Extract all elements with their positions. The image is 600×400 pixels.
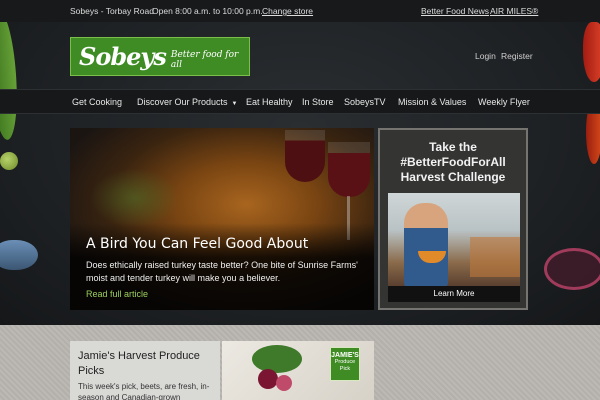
produce-picks-card[interactable]: Jamie's Harvest Produce Picks This week'…	[70, 341, 220, 400]
nav-item-discover-our-products[interactable]: Discover Our Products ▼	[137, 97, 237, 107]
login-link[interactable]: Login	[475, 51, 496, 61]
hero-feature[interactable]: A Bird You Can Feel Good About Does ethi…	[70, 128, 374, 310]
nav-item-sobeystv[interactable]: SobeysTV	[344, 97, 386, 107]
pea-decoration	[0, 152, 18, 170]
jamies-produce-pick-badge: JAMIE'S Produce Pick	[330, 347, 360, 381]
logo-wordmark: Sobeys	[79, 42, 167, 71]
produce-picks-title: Jamie's Harvest Produce Picks	[78, 350, 200, 377]
nav-item-label: Discover Our Products	[137, 97, 228, 107]
main-navigation: Get Cooking Discover Our Products ▼ Eat H…	[0, 89, 600, 114]
air-miles-link[interactable]: AIR MILES®	[490, 6, 538, 16]
register-link[interactable]: Register	[501, 51, 533, 61]
beets-photo[interactable]: JAMIE'S Produce Pick	[222, 341, 374, 400]
hero-wine-glass-image	[285, 130, 325, 182]
beet-image	[276, 375, 292, 391]
nav-item-weekly-flyer[interactable]: Weekly Flyer	[478, 97, 530, 107]
logo-tagline: Better food for all	[170, 49, 239, 70]
beet-image	[258, 369, 278, 389]
chef-image	[404, 203, 448, 286]
pepper-decoration	[583, 22, 600, 82]
whisk-decoration	[544, 248, 600, 290]
promo-title: Take the #BetterFoodForAll Harvest Chall…	[380, 140, 526, 185]
utility-bar: Sobeys - Torbay Road Open 8:00 a.m. to 1…	[0, 0, 600, 22]
promo-title-line: #BetterFoodForAll	[400, 155, 506, 169]
nav-item-in-store[interactable]: In Store	[302, 97, 334, 107]
hero-herbs-image	[90, 168, 180, 228]
chef-photo	[388, 193, 520, 286]
promo-title-line: Harvest Challenge	[400, 170, 506, 184]
nav-item-eat-healthy[interactable]: Eat Healthy	[246, 97, 293, 107]
store-hours: Open 8:00 a.m. to 10:00 p.m.	[152, 6, 263, 16]
nav-item-get-cooking[interactable]: Get Cooking	[72, 97, 122, 107]
sobeys-logo[interactable]: Sobeys Better food for all	[70, 37, 250, 76]
store-name: Sobeys - Torbay Road	[70, 6, 154, 16]
chevron-down-icon: ▼	[231, 101, 238, 107]
better-food-news-link[interactable]: Better Food News	[421, 6, 489, 16]
learn-more-button[interactable]: Learn More	[388, 286, 520, 302]
hero-description: Does ethically raised turkey taste bette…	[86, 260, 358, 283]
beet-greens-image	[252, 345, 302, 373]
read-full-article-link[interactable]: Read full article	[86, 289, 148, 299]
harvest-challenge-promo[interactable]: Take the #BetterFoodForAll Harvest Chall…	[378, 128, 528, 310]
nav-item-mission-values[interactable]: Mission & Values	[398, 97, 466, 107]
change-store-link[interactable]: Change store	[262, 6, 313, 16]
badge-line: Pick	[339, 366, 351, 372]
promo-title-line: Take the	[429, 140, 477, 154]
produce-picks-description: This week's pick, beets, are fresh, in-s…	[78, 382, 210, 400]
badge-line: Produce	[334, 359, 356, 365]
hero-title: A Bird You Can Feel Good About	[86, 236, 309, 252]
kitchen-shelf-image	[470, 237, 520, 277]
hero-wine-glass-image	[328, 142, 370, 197]
badge-line: JAMIE'S	[331, 352, 359, 359]
